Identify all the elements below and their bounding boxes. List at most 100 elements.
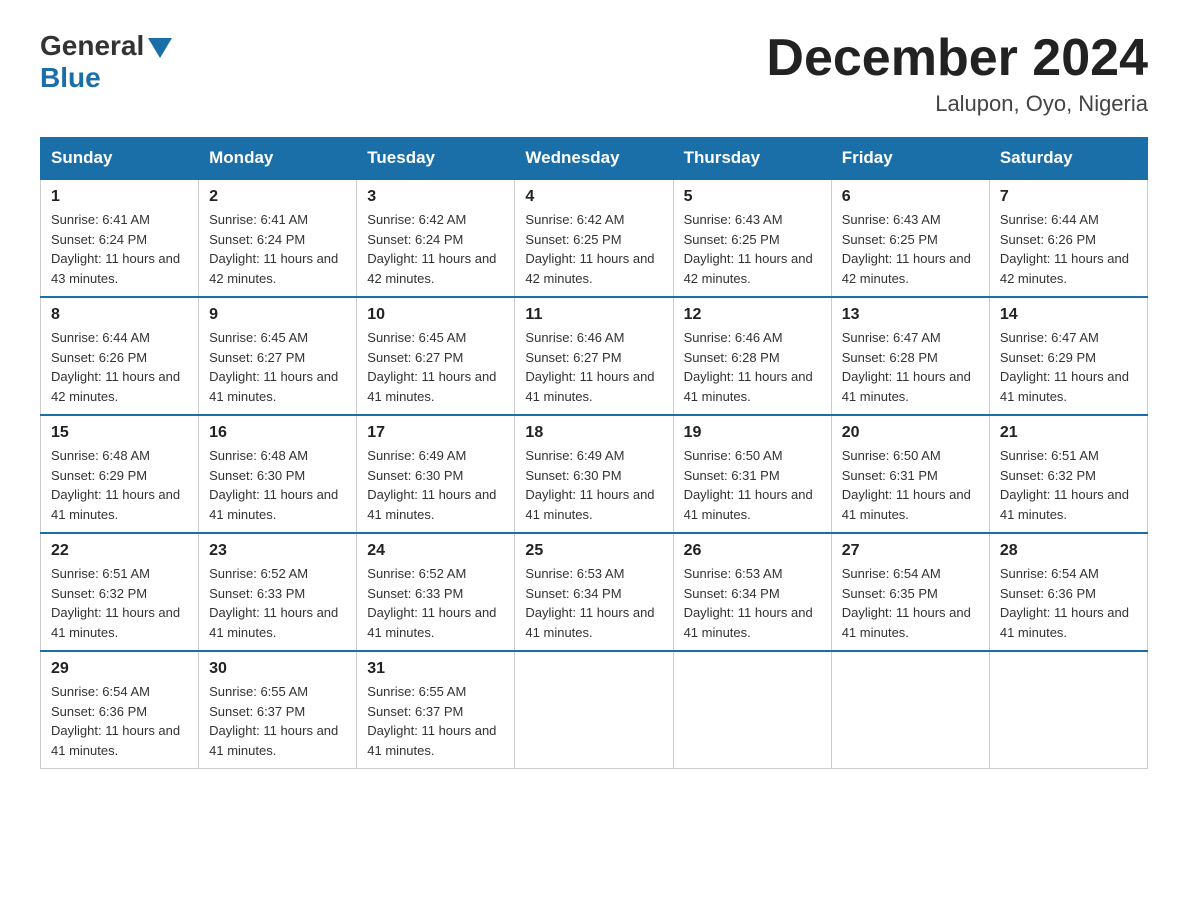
calendar-cell <box>989 651 1147 769</box>
header-wednesday: Wednesday <box>515 138 673 180</box>
calendar-table: SundayMondayTuesdayWednesdayThursdayFrid… <box>40 137 1148 769</box>
calendar-cell: 30 Sunrise: 6:55 AM Sunset: 6:37 PM Dayl… <box>199 651 357 769</box>
header-sunday: Sunday <box>41 138 199 180</box>
calendar-cell: 13 Sunrise: 6:47 AM Sunset: 6:28 PM Dayl… <box>831 297 989 415</box>
day-number: 29 <box>51 660 188 678</box>
day-info: Sunrise: 6:42 AM Sunset: 6:24 PM Dayligh… <box>367 210 504 288</box>
day-info: Sunrise: 6:53 AM Sunset: 6:34 PM Dayligh… <box>525 564 662 642</box>
day-info: Sunrise: 6:42 AM Sunset: 6:25 PM Dayligh… <box>525 210 662 288</box>
calendar-cell: 4 Sunrise: 6:42 AM Sunset: 6:25 PM Dayli… <box>515 179 673 297</box>
calendar-cell: 18 Sunrise: 6:49 AM Sunset: 6:30 PM Dayl… <box>515 415 673 533</box>
calendar-cell: 9 Sunrise: 6:45 AM Sunset: 6:27 PM Dayli… <box>199 297 357 415</box>
day-info: Sunrise: 6:51 AM Sunset: 6:32 PM Dayligh… <box>1000 446 1137 524</box>
day-number: 9 <box>209 306 346 324</box>
calendar-cell: 21 Sunrise: 6:51 AM Sunset: 6:32 PM Dayl… <box>989 415 1147 533</box>
day-info: Sunrise: 6:45 AM Sunset: 6:27 PM Dayligh… <box>209 328 346 406</box>
day-number: 7 <box>1000 188 1137 206</box>
calendar-cell: 6 Sunrise: 6:43 AM Sunset: 6:25 PM Dayli… <box>831 179 989 297</box>
day-number: 20 <box>842 424 979 442</box>
day-info: Sunrise: 6:48 AM Sunset: 6:29 PM Dayligh… <box>51 446 188 524</box>
day-number: 3 <box>367 188 504 206</box>
day-number: 2 <box>209 188 346 206</box>
day-number: 12 <box>684 306 821 324</box>
day-number: 24 <box>367 542 504 560</box>
day-number: 25 <box>525 542 662 560</box>
month-title: December 2024 <box>766 30 1148 87</box>
header-friday: Friday <box>831 138 989 180</box>
calendar-week-row: 8 Sunrise: 6:44 AM Sunset: 6:26 PM Dayli… <box>41 297 1148 415</box>
day-number: 1 <box>51 188 188 206</box>
calendar-cell: 7 Sunrise: 6:44 AM Sunset: 6:26 PM Dayli… <box>989 179 1147 297</box>
day-info: Sunrise: 6:43 AM Sunset: 6:25 PM Dayligh… <box>684 210 821 288</box>
day-number: 5 <box>684 188 821 206</box>
day-info: Sunrise: 6:45 AM Sunset: 6:27 PM Dayligh… <box>367 328 504 406</box>
day-number: 30 <box>209 660 346 678</box>
calendar-cell: 23 Sunrise: 6:52 AM Sunset: 6:33 PM Dayl… <box>199 533 357 651</box>
logo-blue-text: Blue <box>40 62 101 94</box>
calendar-cell: 16 Sunrise: 6:48 AM Sunset: 6:30 PM Dayl… <box>199 415 357 533</box>
day-info: Sunrise: 6:41 AM Sunset: 6:24 PM Dayligh… <box>209 210 346 288</box>
day-info: Sunrise: 6:55 AM Sunset: 6:37 PM Dayligh… <box>209 682 346 760</box>
day-info: Sunrise: 6:54 AM Sunset: 6:36 PM Dayligh… <box>51 682 188 760</box>
day-number: 15 <box>51 424 188 442</box>
calendar-cell: 8 Sunrise: 6:44 AM Sunset: 6:26 PM Dayli… <box>41 297 199 415</box>
day-number: 19 <box>684 424 821 442</box>
day-number: 13 <box>842 306 979 324</box>
calendar-cell: 31 Sunrise: 6:55 AM Sunset: 6:37 PM Dayl… <box>357 651 515 769</box>
day-info: Sunrise: 6:52 AM Sunset: 6:33 PM Dayligh… <box>367 564 504 642</box>
day-info: Sunrise: 6:43 AM Sunset: 6:25 PM Dayligh… <box>842 210 979 288</box>
day-number: 4 <box>525 188 662 206</box>
logo: General Blue <box>40 30 172 94</box>
day-number: 11 <box>525 306 662 324</box>
day-info: Sunrise: 6:50 AM Sunset: 6:31 PM Dayligh… <box>842 446 979 524</box>
location-text: Lalupon, Oyo, Nigeria <box>766 91 1148 117</box>
day-info: Sunrise: 6:46 AM Sunset: 6:28 PM Dayligh… <box>684 328 821 406</box>
day-number: 23 <box>209 542 346 560</box>
calendar-header-row: SundayMondayTuesdayWednesdayThursdayFrid… <box>41 138 1148 180</box>
calendar-cell: 11 Sunrise: 6:46 AM Sunset: 6:27 PM Dayl… <box>515 297 673 415</box>
day-number: 21 <box>1000 424 1137 442</box>
page-header: General Blue December 2024 Lalupon, Oyo,… <box>40 30 1148 117</box>
day-info: Sunrise: 6:49 AM Sunset: 6:30 PM Dayligh… <box>525 446 662 524</box>
header-saturday: Saturday <box>989 138 1147 180</box>
day-info: Sunrise: 6:51 AM Sunset: 6:32 PM Dayligh… <box>51 564 188 642</box>
calendar-cell <box>831 651 989 769</box>
calendar-cell: 19 Sunrise: 6:50 AM Sunset: 6:31 PM Dayl… <box>673 415 831 533</box>
calendar-week-row: 15 Sunrise: 6:48 AM Sunset: 6:29 PM Dayl… <box>41 415 1148 533</box>
logo-general-text: General <box>40 30 144 62</box>
day-number: 28 <box>1000 542 1137 560</box>
calendar-cell: 15 Sunrise: 6:48 AM Sunset: 6:29 PM Dayl… <box>41 415 199 533</box>
day-info: Sunrise: 6:44 AM Sunset: 6:26 PM Dayligh… <box>51 328 188 406</box>
calendar-cell: 26 Sunrise: 6:53 AM Sunset: 6:34 PM Dayl… <box>673 533 831 651</box>
day-info: Sunrise: 6:41 AM Sunset: 6:24 PM Dayligh… <box>51 210 188 288</box>
header-tuesday: Tuesday <box>357 138 515 180</box>
day-number: 17 <box>367 424 504 442</box>
calendar-cell: 2 Sunrise: 6:41 AM Sunset: 6:24 PM Dayli… <box>199 179 357 297</box>
day-number: 26 <box>684 542 821 560</box>
day-number: 14 <box>1000 306 1137 324</box>
day-info: Sunrise: 6:55 AM Sunset: 6:37 PM Dayligh… <box>367 682 504 760</box>
title-section: December 2024 Lalupon, Oyo, Nigeria <box>766 30 1148 117</box>
calendar-cell: 20 Sunrise: 6:50 AM Sunset: 6:31 PM Dayl… <box>831 415 989 533</box>
header-thursday: Thursday <box>673 138 831 180</box>
calendar-week-row: 22 Sunrise: 6:51 AM Sunset: 6:32 PM Dayl… <box>41 533 1148 651</box>
calendar-cell: 1 Sunrise: 6:41 AM Sunset: 6:24 PM Dayli… <box>41 179 199 297</box>
day-info: Sunrise: 6:47 AM Sunset: 6:29 PM Dayligh… <box>1000 328 1137 406</box>
calendar-cell: 27 Sunrise: 6:54 AM Sunset: 6:35 PM Dayl… <box>831 533 989 651</box>
calendar-cell: 12 Sunrise: 6:46 AM Sunset: 6:28 PM Dayl… <box>673 297 831 415</box>
header-monday: Monday <box>199 138 357 180</box>
day-info: Sunrise: 6:44 AM Sunset: 6:26 PM Dayligh… <box>1000 210 1137 288</box>
day-info: Sunrise: 6:47 AM Sunset: 6:28 PM Dayligh… <box>842 328 979 406</box>
day-number: 27 <box>842 542 979 560</box>
calendar-cell: 28 Sunrise: 6:54 AM Sunset: 6:36 PM Dayl… <box>989 533 1147 651</box>
calendar-cell: 25 Sunrise: 6:53 AM Sunset: 6:34 PM Dayl… <box>515 533 673 651</box>
day-number: 22 <box>51 542 188 560</box>
day-info: Sunrise: 6:53 AM Sunset: 6:34 PM Dayligh… <box>684 564 821 642</box>
calendar-cell: 3 Sunrise: 6:42 AM Sunset: 6:24 PM Dayli… <box>357 179 515 297</box>
calendar-cell <box>515 651 673 769</box>
calendar-cell: 10 Sunrise: 6:45 AM Sunset: 6:27 PM Dayl… <box>357 297 515 415</box>
calendar-cell <box>673 651 831 769</box>
calendar-cell: 17 Sunrise: 6:49 AM Sunset: 6:30 PM Dayl… <box>357 415 515 533</box>
day-info: Sunrise: 6:49 AM Sunset: 6:30 PM Dayligh… <box>367 446 504 524</box>
calendar-week-row: 1 Sunrise: 6:41 AM Sunset: 6:24 PM Dayli… <box>41 179 1148 297</box>
